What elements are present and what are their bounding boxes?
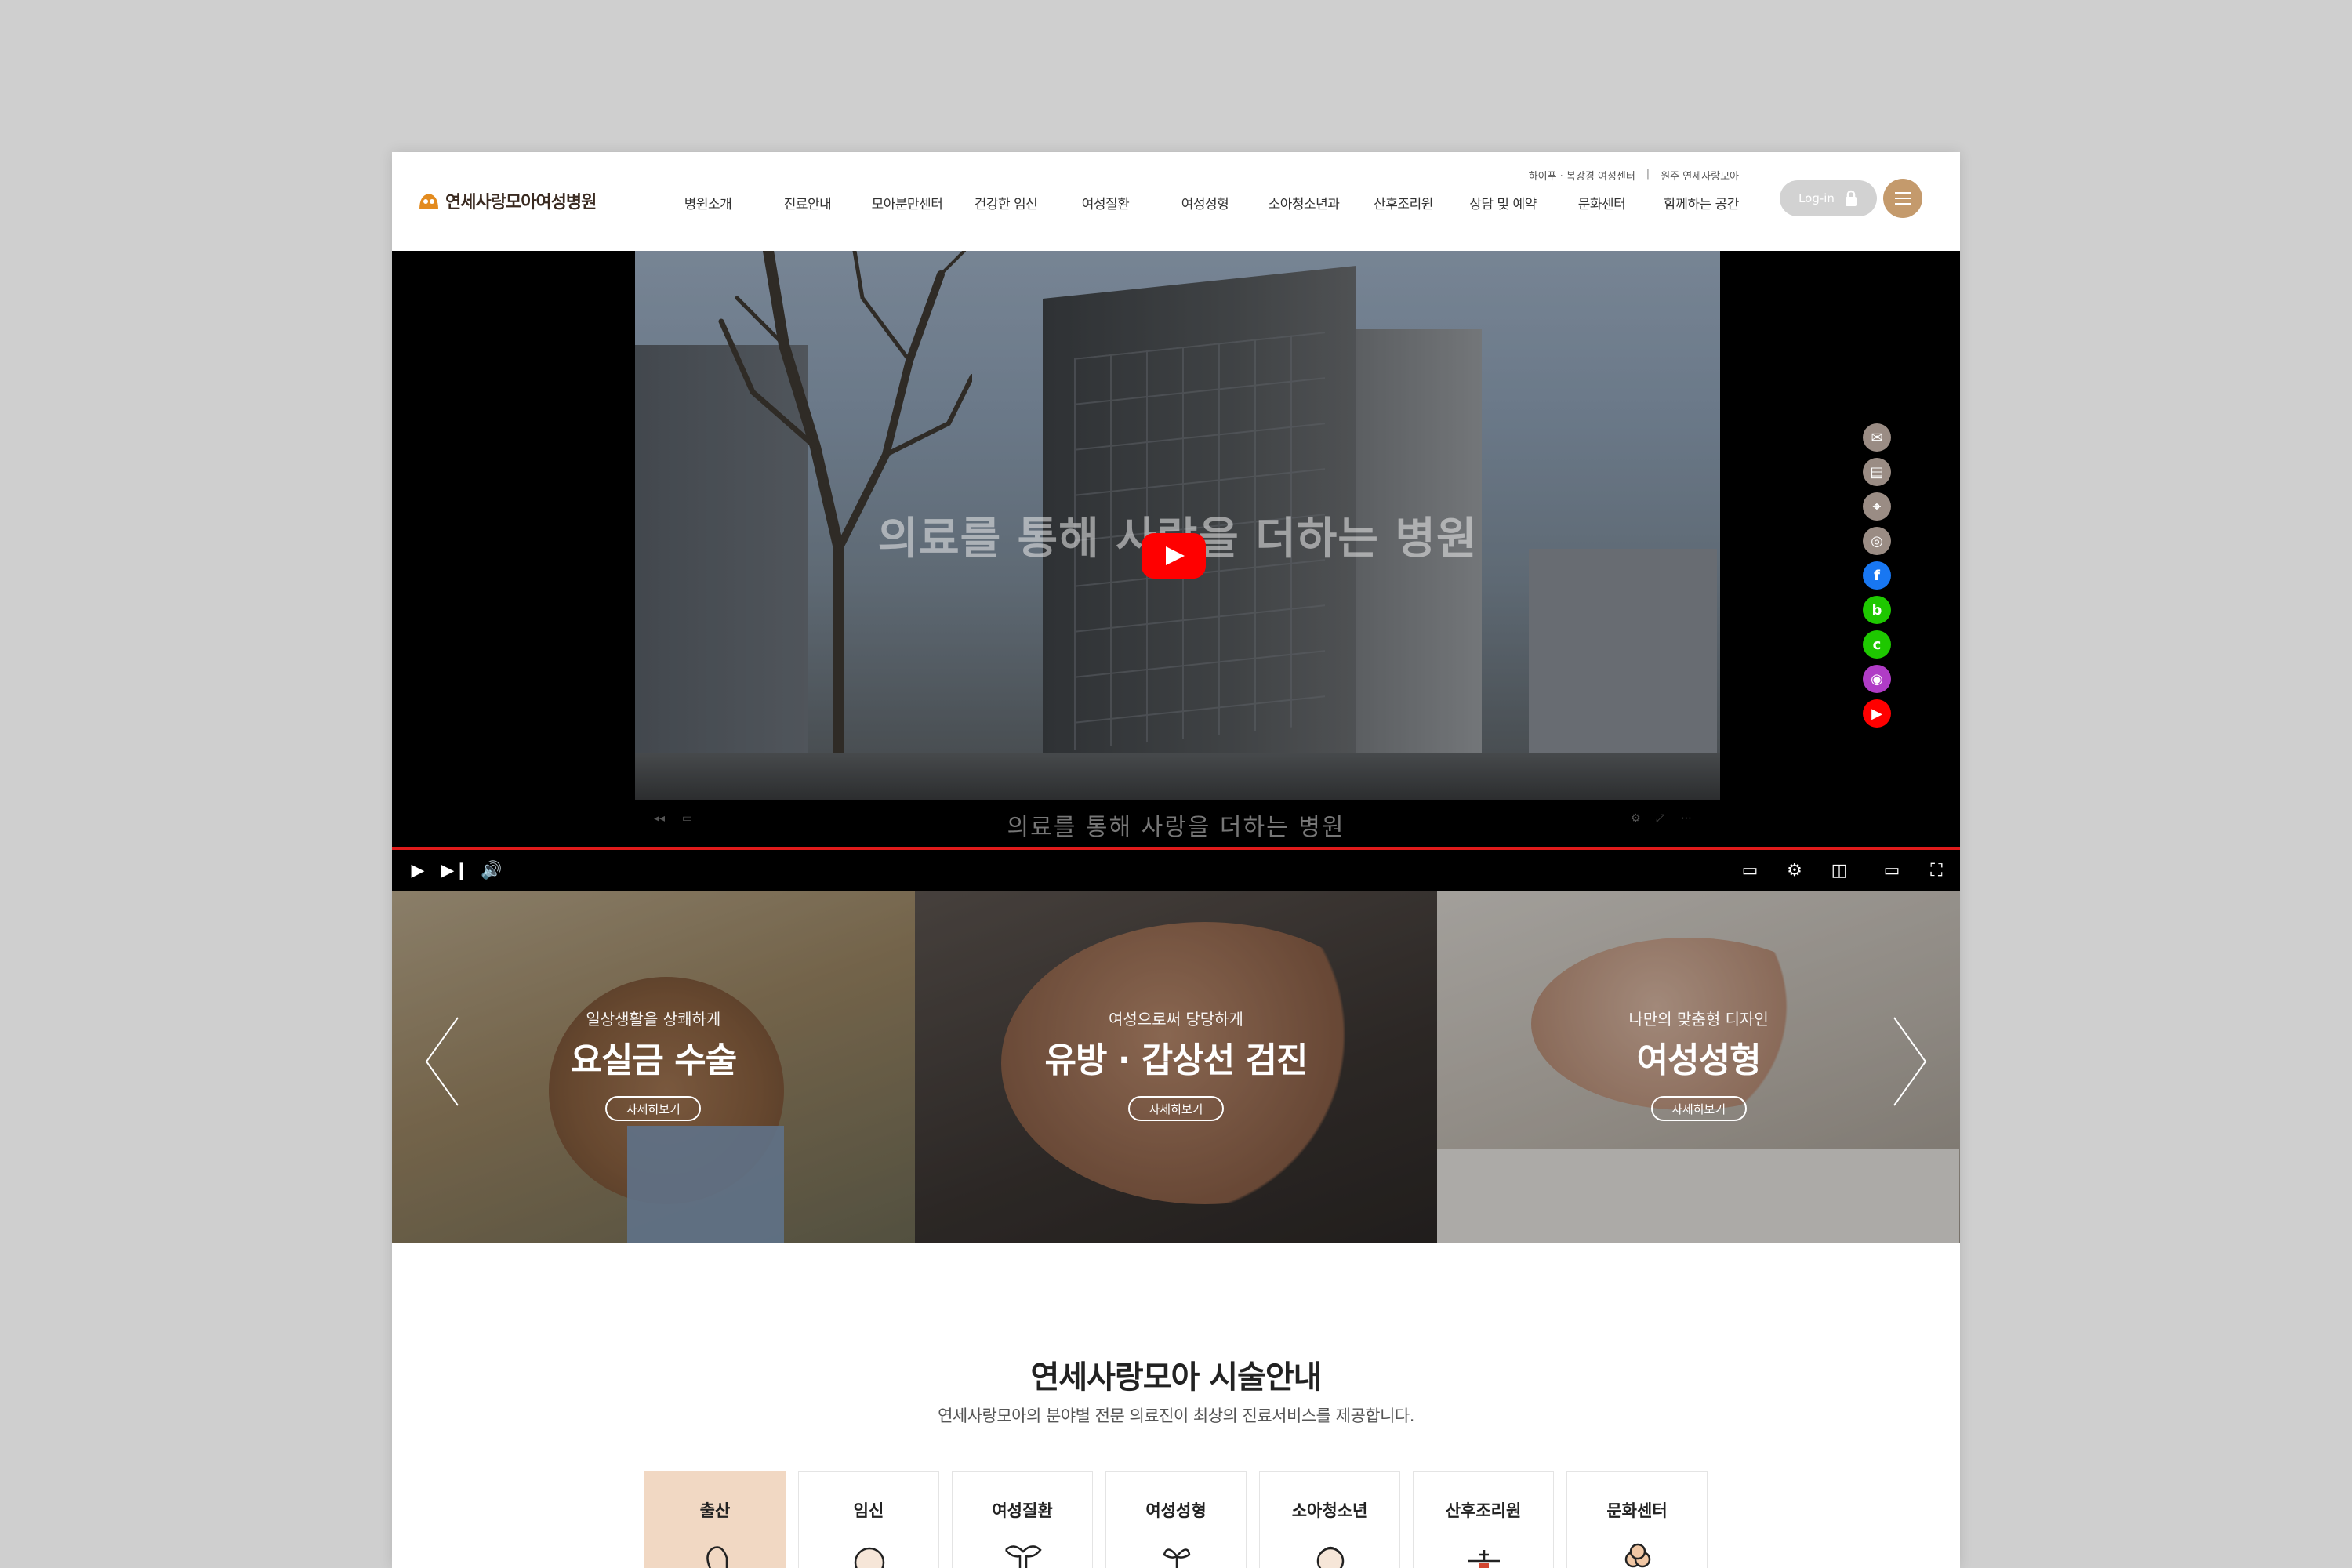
login-label: Log-in [1798,191,1835,205]
banner-subtitle: 나만의 맞춤형 디자인 [1628,1010,1769,1029]
fullscreen-icon[interactable]: ⛶ [1922,858,1951,883]
logo-mark-icon [419,194,438,209]
banner-title: 여성성형 [1636,1040,1762,1080]
chevron-left-icon[interactable] [423,1014,461,1109]
website-page: 연세사랑모아여성병원 하이푸 · 복강경 여성센터 | 원주 연세사랑모아 병원… [392,152,1960,1568]
util-link-wonju[interactable]: 원주 연세사랑모아 [1661,168,1739,183]
nav-item-postpartum[interactable]: 산후조리원 [1374,193,1433,212]
volume-icon[interactable]: 🔊 [478,858,505,883]
tab-pregnancy[interactable]: 임신 [798,1471,939,1568]
tab-label: 여성성형 [1145,1501,1207,1520]
clipboard-icon[interactable]: ▤ [1863,458,1891,486]
video-frame[interactable]: 의료를 통해 사랑을 더하는 병원 [635,251,1720,800]
play-icon[interactable]: ▶ [406,858,430,883]
chevron-right-icon[interactable] [1891,1014,1929,1109]
blog-icon[interactable]: b [1863,596,1891,624]
hamburger-line [1895,203,1911,205]
tab-postpartum[interactable]: 산후조리원 [1413,1471,1554,1568]
instagram-icon[interactable]: ◉ [1863,665,1891,693]
video-player[interactable]: 의료를 통해 사랑을 더하는 병원 ◂◂ ▭ 의료를 통해 사랑을 더하는 병원… [392,251,1960,891]
tab-label: 여성질환 [992,1501,1053,1520]
utility-links: 하이푸 · 복강경 여성센터 | 원주 연세사랑모아 [1529,168,1739,183]
settings-icon[interactable]: ⚙ [1781,858,1808,883]
hamburger-line [1895,198,1911,199]
tab-label: 임신 [853,1501,884,1520]
service-tabs: 출산 임신 여성질환 여성성형 소아청소년 산후조리원 문화센터 [644,1471,1708,1568]
banner-more-button[interactable]: 자세히보기 [1127,1096,1224,1121]
uterus-icon [1005,1545,1042,1568]
nav-item-consult[interactable]: 상담 및 예약 [1469,193,1537,212]
next-icon[interactable]: ▶❙ [441,858,469,883]
nav-item-together[interactable]: 함께하는 공간 [1664,193,1739,212]
tab-womens-surgery[interactable]: 여성성형 [1105,1471,1247,1568]
miniplayer-icon[interactable]: ◫ [1824,858,1855,883]
flower-cluster-icon [1624,1543,1651,1568]
banner-breast-thyroid[interactable]: 여성으로써 당당하게 유방 · 갑상선 검진 자세히보기 [914,891,1438,1243]
mini-fullscreen-icon[interactable]: ⤢ [1656,812,1664,825]
tab-womens-disease[interactable]: 여성질환 [952,1471,1093,1568]
cafe-icon[interactable]: c [1863,630,1891,659]
nav-item-pediatrics[interactable]: 소아청소년과 [1269,193,1340,212]
tab-pediatrics[interactable]: 소아청소년 [1259,1471,1400,1568]
nav-item-clinic-info[interactable]: 진료안내 [784,193,832,212]
video-progress-bar[interactable] [392,847,1960,850]
banner-incontinence[interactable]: 일상생활을 상쾌하게 요실금 수술 자세히보기 [392,891,915,1243]
child-icon [1316,1546,1345,1568]
banner-subtitle: 일상생활을 상쾌하게 [586,1010,721,1029]
logo-text: 연세사랑모아여성병원 [445,193,597,212]
youtube-icon[interactable]: ▶ [1863,699,1891,728]
banner-subtitle: 여성으로써 당당하게 [1109,1010,1243,1029]
care-icon [1468,1550,1500,1568]
baby-icon [854,1547,885,1568]
tab-label: 문화센터 [1606,1501,1668,1520]
login-button[interactable]: Log-in [1780,180,1877,216]
flower-icon [1163,1548,1191,1568]
subtitles-icon[interactable]: ▭ [1734,858,1766,883]
hamburger-line [1895,192,1911,194]
site-logo[interactable]: 연세사랑모아여성병원 [417,188,597,213]
camera-icon[interactable]: ◎ [1863,527,1891,555]
util-link-hifu[interactable]: 하이푸 · 복강경 여성센터 [1529,168,1635,183]
pregnant-icon [706,1546,728,1568]
lock-icon [1845,190,1857,206]
tab-label: 소아청소년 [1291,1501,1368,1520]
youtube-play-button[interactable] [1142,533,1206,579]
nav-item-delivery-center[interactable]: 모아분만센터 [872,193,943,212]
tab-label: 산후조리원 [1445,1501,1522,1520]
nav-item-healthy-pregnancy[interactable]: 건강한 임신 [975,193,1038,212]
banner-title: 요실금 수술 [570,1040,737,1080]
banner-more-button[interactable]: 자세히보기 [1650,1096,1747,1121]
mini-settings-icon[interactable]: ⚙ [1631,812,1641,825]
nav-item-womens-disease[interactable]: 여성질환 [1082,193,1130,212]
promo-banners: 일상생활을 상쾌하게 요실금 수술 자세히보기 여성으로써 당당하게 유방 · … [392,891,1960,1243]
video-control-bar: ▶ ▶❙ 🔊 ▭ ⚙ ◫ ▭ ⛶ [392,853,1960,887]
video-caption: 의료를 통해 사랑을 더하는 병원 [1007,814,1345,841]
location-icon[interactable]: ⌖ [1863,492,1891,521]
menu-button[interactable] [1883,179,1922,218]
quick-links: ✉ ▤ ⌖ ◎ f b c ◉ ▶ [1863,423,1891,728]
chat-icon[interactable]: ✉ [1863,423,1891,452]
banner-title: 유방 · 갑상선 검진 [1044,1040,1308,1080]
site-header: 연세사랑모아여성병원 하이푸 · 복강경 여성센터 | 원주 연세사랑모아 병원… [392,152,1960,251]
banner-womens-surgery[interactable]: 나만의 맞춤형 디자인 여성성형 자세히보기 [1437,891,1960,1243]
theater-mode-icon[interactable]: ▭ [1872,858,1911,883]
tab-label: 출산 [699,1501,731,1520]
section-title: 연세사랑모아 시술안내 [1030,1359,1323,1396]
nav-item-about[interactable]: 병원소개 [684,193,732,212]
nav-item-womens-surgery[interactable]: 여성성형 [1181,193,1229,212]
tab-childbirth[interactable]: 출산 [644,1471,786,1568]
nav-item-culture[interactable]: 문화센터 [1578,193,1626,212]
banner-more-button[interactable]: 자세히보기 [605,1096,702,1121]
tab-culture-center[interactable]: 문화센터 [1566,1471,1708,1568]
mini-more-icon[interactable]: ⋯ [1681,812,1692,825]
util-separator: | [1646,168,1650,180]
section-subtitle: 연세사랑모아의 분야별 전문 의료진이 최상의 진료서비스를 제공합니다. [938,1406,1414,1425]
facebook-icon[interactable]: f [1863,561,1891,590]
